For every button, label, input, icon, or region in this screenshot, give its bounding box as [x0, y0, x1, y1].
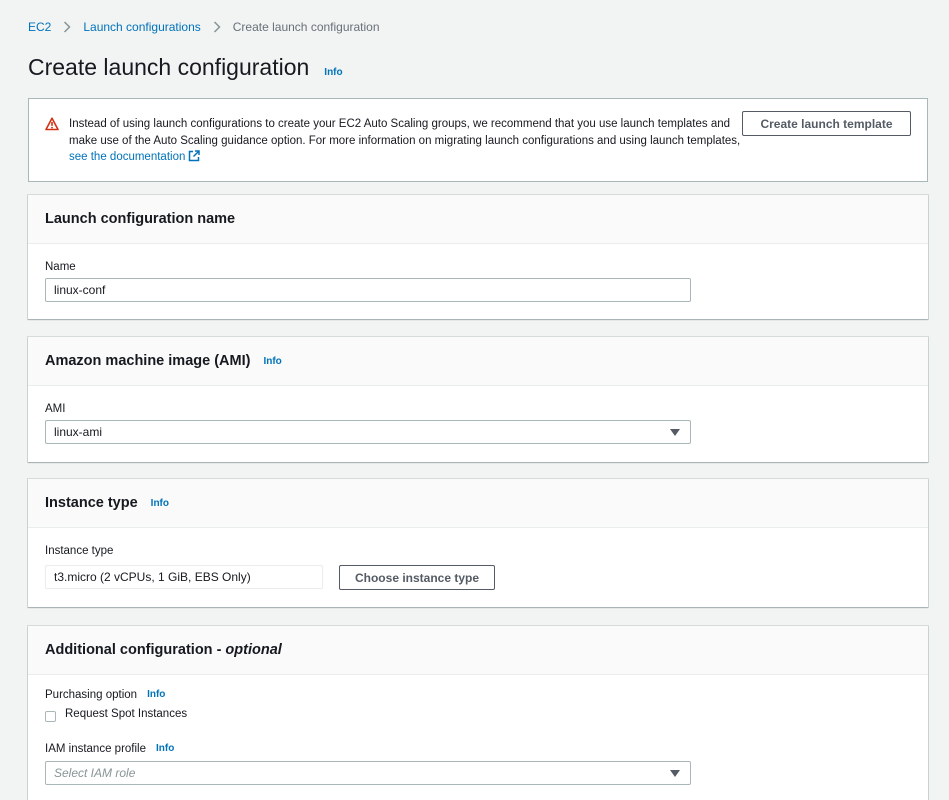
iam-instance-profile-label: IAM instance profile Info	[45, 741, 174, 756]
page-info-link[interactable]: Info	[324, 67, 342, 78]
breadcrumb: EC2 Launch configurations Create launch …	[28, 19, 380, 35]
page-header: Create launch configuration Info	[28, 54, 343, 81]
name-input-value: linux-conf	[54, 283, 106, 297]
panel-title: Instance type	[45, 495, 138, 511]
ami-info-link[interactable]: Info	[263, 356, 281, 367]
purchasing-option-label-text: Purchasing option	[45, 688, 138, 701]
panel-title-main: Additional configuration -	[45, 642, 226, 658]
chevron-right-icon	[213, 21, 221, 33]
iam-instance-profile-info-link[interactable]: Info	[156, 743, 174, 754]
page-title: Create launch configuration	[28, 54, 310, 80]
chevron-right-icon	[63, 21, 71, 33]
instance-type-panel: Instance type Info Instance type t3.micr…	[28, 479, 928, 607]
instance-type-label: Instance type	[45, 544, 114, 557]
launch-configuration-name-panel: Launch configuration name Name linux-con…	[28, 195, 928, 319]
panel-header: Launch configuration name	[28, 195, 928, 244]
alert-message: Instead of using launch configurations t…	[69, 116, 744, 168]
ami-label: AMI	[45, 402, 66, 415]
panel-header: Additional configuration - optional	[28, 626, 928, 675]
breadcrumb-launch-configurations-link[interactable]: Launch configurations	[83, 20, 200, 34]
ami-select[interactable]: linux-ami	[45, 420, 691, 444]
documentation-link[interactable]: see the documentation	[69, 151, 185, 163]
purchasing-option-label: Purchasing option Info	[45, 687, 911, 702]
name-input[interactable]: linux-conf	[45, 278, 691, 302]
panel-header: Amazon machine image (AMI) Info	[28, 337, 928, 386]
panel-title: Additional configuration - optional	[45, 642, 282, 658]
caret-down-icon	[670, 770, 680, 777]
iam-role-placeholder: Select IAM role	[54, 766, 136, 780]
name-label: Name	[45, 260, 76, 273]
panel-body: AMI linux-ami	[28, 386, 928, 462]
external-link-icon[interactable]	[188, 150, 201, 168]
instance-type-value: t3.micro (2 vCPUs, 1 GiB, EBS Only)	[54, 570, 251, 584]
request-spot-instances-checkbox[interactable]	[45, 711, 56, 722]
iam-instance-profile-label-text: IAM instance profile	[45, 742, 146, 755]
purchasing-option-info-link[interactable]: Info	[147, 689, 165, 700]
panel-header: Instance type Info	[28, 479, 928, 528]
instance-type-readonly-field: t3.micro (2 vCPUs, 1 GiB, EBS Only)	[45, 565, 323, 589]
request-spot-instances-label[interactable]: Request Spot Instances	[65, 708, 187, 720]
additional-configuration-panel: Additional configuration - optional Purc…	[28, 626, 928, 800]
breadcrumb-current: Create launch configuration	[232, 20, 380, 34]
panel-body: Purchasing option Info Request Spot Inst…	[28, 675, 928, 800]
migration-warning-alert: Instead of using launch configurations t…	[28, 98, 928, 182]
iam-role-select[interactable]: Select IAM role	[45, 761, 691, 785]
panel-title: Amazon machine image (AMI)	[45, 353, 251, 369]
panel-title-optional: optional	[225, 642, 282, 658]
panel-body: Instance type t3.micro (2 vCPUs, 1 GiB, …	[28, 528, 928, 607]
alert-text: Instead of using launch configurations t…	[69, 118, 741, 147]
panel-body: Name linux-conf	[28, 244, 928, 319]
panel-title: Launch configuration name	[45, 211, 236, 227]
ami-panel: Amazon machine image (AMI) Info AMI linu…	[28, 337, 928, 462]
breadcrumb-ec2-link[interactable]: EC2	[28, 20, 51, 34]
create-launch-template-button[interactable]: Create launch template	[742, 111, 911, 136]
warning-icon	[45, 117, 59, 131]
ami-select-value: linux-ami	[54, 425, 103, 439]
choose-instance-type-button[interactable]: Choose instance type	[339, 565, 495, 590]
instance-type-info-link[interactable]: Info	[151, 498, 169, 509]
caret-down-icon	[670, 429, 680, 436]
